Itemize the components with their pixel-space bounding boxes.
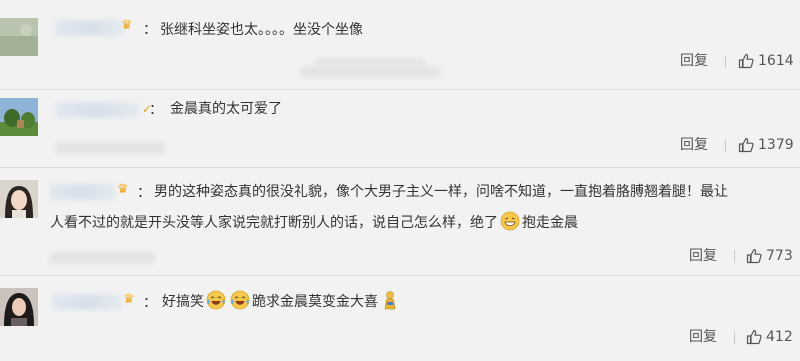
username-blurred[interactable] [50, 184, 116, 200]
comment-text-line1: 男的这种姿态真的很没礼貌，像个大男子主义一样，问啥不知道，一直抱着胳膊翘着腿！最… [154, 184, 728, 200]
like-button[interactable]: 1614 [738, 52, 794, 70]
timestamp-blurred [55, 142, 165, 154]
divider [734, 250, 735, 263]
comment-text: 张继科坐姿也太。。。。坐没个坐像 [160, 22, 363, 38]
avatar[interactable] [0, 98, 38, 136]
username-blurred[interactable] [55, 102, 140, 118]
like-count: 412 [766, 329, 793, 345]
colon-separator: ： [149, 102, 163, 118]
thumbs-up-icon [746, 248, 762, 264]
comment-item: ♛ ： 男的这种姿态真的很没礼貌，像个大男子主义一样，问啥不知道，一直抱着胳膊翘… [0, 168, 800, 276]
crown-badge-icon: ♛ [123, 292, 135, 307]
reply-button[interactable]: 回复 [689, 328, 717, 346]
laugh-cry-emoji-icon [230, 290, 250, 310]
crown-badge-icon: ♛ [121, 18, 133, 33]
username-blurred[interactable] [55, 20, 125, 36]
like-count: 1379 [758, 137, 794, 153]
divider [734, 331, 735, 344]
colon-separator: ： [137, 185, 151, 201]
username-blurred[interactable] [52, 294, 122, 310]
timestamp-blurred [50, 252, 155, 264]
comment-item: ✓ ： 金晨真的太可爱了 回复 1379 [0, 90, 800, 168]
comment-text: 金晨真的太可爱了 [170, 101, 282, 117]
like-button[interactable]: 1379 [738, 136, 794, 154]
timestamp-blurred [315, 58, 425, 66]
thumbs-up-icon [738, 53, 754, 69]
crown-badge-icon: ♛ [117, 182, 129, 197]
laugh-cry-emoji-icon [206, 290, 226, 310]
comment-item: ♛ ： 张继科坐姿也太。。。。坐没个坐像 回复 1614 [0, 0, 800, 90]
like-count: 1614 [758, 53, 794, 69]
comment-item: ♛ ： 好搞笑 跪求金晨莫变金大喜 回复 412 [0, 276, 800, 361]
like-button[interactable]: 773 [746, 247, 793, 265]
like-count: 773 [766, 248, 793, 264]
timestamp-blurred [300, 66, 440, 78]
avatar[interactable] [0, 18, 38, 56]
golden-figure-emoji-icon [384, 291, 396, 310]
divider [725, 55, 726, 68]
colon-separator: ： [143, 295, 157, 311]
colon-separator: ： [143, 22, 157, 38]
thumbs-up-icon [746, 329, 762, 345]
reply-button[interactable]: 回复 [680, 52, 708, 70]
reply-button[interactable]: 回复 [680, 136, 708, 154]
divider [725, 139, 726, 152]
like-button[interactable]: 412 [746, 328, 793, 346]
avatar[interactable] [0, 180, 38, 218]
comment-text: 好搞笑 跪求金晨莫变金大喜 [162, 289, 402, 315]
comment-text-line2: 人看不过的就是开头没等人家说完就打断别人的话，说自己怎么样，绝了 抱走金晨 [50, 210, 578, 236]
thumbs-up-icon [738, 137, 754, 153]
reply-button[interactable]: 回复 [689, 247, 717, 265]
avatar[interactable] [0, 288, 38, 326]
grin-emoji-icon [500, 211, 520, 231]
